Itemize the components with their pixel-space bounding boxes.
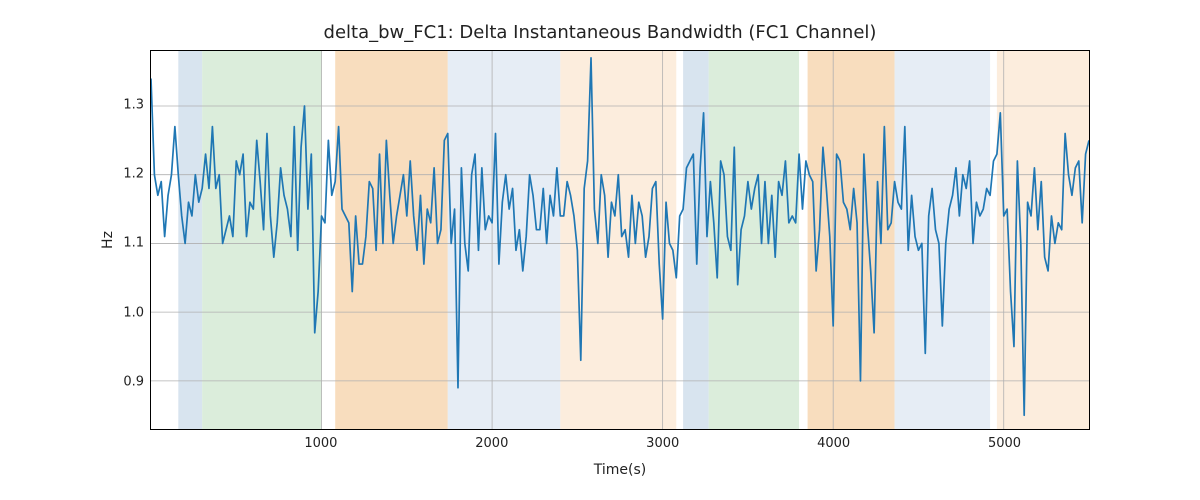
region-band: [997, 51, 1089, 429]
y-tick-label: 0.9: [104, 374, 144, 389]
region-band: [178, 51, 202, 429]
region-band: [335, 51, 448, 429]
plot-area: [150, 50, 1090, 430]
x-tick-label: 1000: [304, 436, 337, 451]
y-tick-label: 1.2: [104, 167, 144, 182]
x-axis-label: Time(s): [150, 462, 1090, 478]
y-tick-label: 1.0: [104, 305, 144, 320]
plot-svg: [151, 51, 1089, 429]
figure: delta_bw_FC1: Delta Instantaneous Bandwi…: [0, 0, 1200, 500]
chart-title: delta_bw_FC1: Delta Instantaneous Bandwi…: [0, 22, 1200, 43]
x-tick-label: 5000: [988, 436, 1021, 451]
x-tick-label: 3000: [646, 436, 679, 451]
region-band: [709, 51, 799, 429]
x-tick-label: 2000: [475, 436, 508, 451]
y-tick-label: 1.1: [104, 236, 144, 251]
x-tick-label: 4000: [817, 436, 850, 451]
y-tick-label: 1.3: [104, 98, 144, 113]
